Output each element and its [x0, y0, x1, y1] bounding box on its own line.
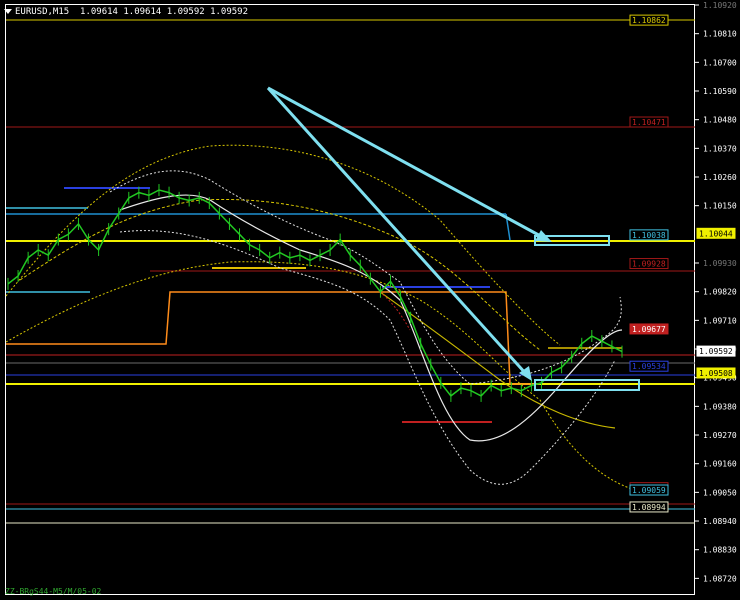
arrow-line-1[interactable] — [267, 86, 547, 241]
ohlc-values: 1.09614 1.09614 1.09592 1.09592 — [80, 7, 249, 17]
symbol-label: EURUSD,M15 — [15, 7, 70, 17]
price-level-label: 1.09508 — [699, 369, 733, 378]
arrow-line-2[interactable] — [266, 86, 529, 377]
axis-tick-label: 1.08830 — [703, 546, 737, 555]
yellow-band-upper[interactable] — [5, 144, 561, 346]
axis-tick-label: 1.08720 — [703, 574, 737, 583]
orange-step-line[interactable] — [6, 291, 540, 385]
indicator-label: ZZ-BRgS44-M5/M/05-02 — [5, 587, 102, 596]
price-level-label: 1.08994 — [632, 503, 666, 512]
axis-tick-label: 1.09160 — [703, 460, 737, 469]
axis-tick-label: 1.09050 — [703, 488, 737, 497]
axis-tick-label: 1.10700 — [703, 58, 737, 67]
axis-tick-label: 1.10260 — [703, 173, 737, 182]
axis-tick-label: 1.09820 — [703, 288, 737, 297]
price-levels — [6, 19, 695, 524]
white-ma-solid[interactable] — [119, 194, 623, 442]
price-axis[interactable]: 1.10810 1.10700 1.10590 1.10480 1.10370 1.102… — [695, 1, 737, 583]
price-level-label: 1.09534 — [632, 362, 666, 371]
axis-tick-label: 1.08940 — [703, 517, 737, 526]
axis-tick-label: 1.09270 — [703, 431, 737, 440]
axis-tick-label-partial: 1.09930 — [703, 259, 737, 268]
axis-tick-label-partial: 1.10920 — [703, 1, 737, 10]
axis-tick-label: 1.10590 — [703, 87, 737, 96]
price-level-label: 1.10862 — [632, 16, 666, 25]
axis-tick-label: 1.09710 — [703, 316, 737, 325]
price-level-label: 1.09677 — [632, 325, 666, 334]
axis-tick-label: 1.10150 — [703, 202, 737, 211]
price-level-label: 1.10044 — [699, 229, 733, 238]
axis-tick-label: 1.10370 — [703, 144, 737, 153]
price-level-label: 1.09592 — [699, 347, 733, 356]
price-level-label: 1.09059 — [632, 486, 666, 495]
chart-window[interactable]: 1.10810 1.10700 1.10590 1.10480 1.10370 1.102… — [0, 0, 740, 600]
dropdown-triangle-icon[interactable] — [4, 9, 12, 14]
axis-tick-label: 1.10810 — [703, 30, 737, 39]
price-level-label: 1.09928 — [632, 260, 666, 269]
price-level-label: 1.10038 — [632, 231, 666, 240]
axis-tick-label: 1.09380 — [703, 402, 737, 411]
price-chart[interactable]: 1.10810 1.10700 1.10590 1.10480 1.10370 1.102… — [0, 0, 740, 600]
price-series — [7, 184, 623, 402]
yellow-band-inner[interactable] — [19, 198, 541, 351]
chart-header[interactable]: EURUSD,M15 1.09614 1.09614 1.09592 1.095… — [4, 7, 248, 17]
axis-tick-label: 1.10480 — [703, 116, 737, 125]
indicator-bands — [5, 144, 651, 495]
white-band-lower[interactable] — [119, 230, 616, 485]
price-line[interactable] — [7, 189, 623, 397]
price-level-label: 1.10471 — [632, 118, 666, 127]
yellow-band-lower[interactable] — [5, 261, 651, 495]
chart-frame — [5, 4, 695, 595]
